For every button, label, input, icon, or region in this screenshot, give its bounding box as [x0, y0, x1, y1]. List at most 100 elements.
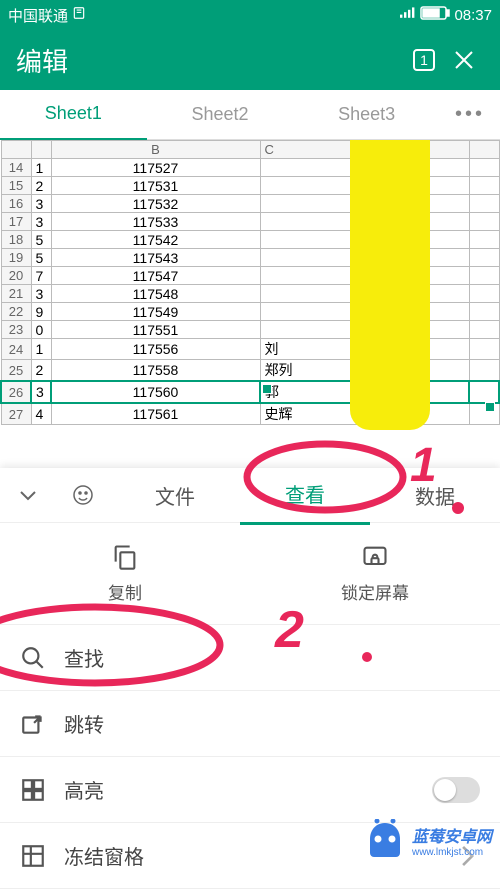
cell[interactable]: 117543	[51, 249, 260, 267]
signal-icon	[400, 6, 416, 24]
cell[interactable]: 117527	[51, 159, 260, 177]
cell[interactable]: 117556	[51, 339, 260, 360]
cell[interactable]	[469, 249, 499, 267]
cell[interactable]	[260, 267, 469, 285]
cell[interactable]: 117560	[51, 381, 260, 403]
spreadsheet-grid[interactable]: B C 14 1 117527 15 2 117531 16 3 117532 …	[0, 140, 500, 425]
row-header[interactable]: 25	[1, 360, 31, 382]
cell[interactable]	[469, 231, 499, 249]
selection-handle-left[interactable]	[262, 384, 272, 394]
selection-handle-right[interactable]	[485, 402, 495, 412]
cell[interactable]	[260, 285, 469, 303]
cell[interactable]: 2	[31, 177, 51, 195]
cell[interactable]: 2	[31, 360, 51, 382]
cell[interactable]	[260, 177, 469, 195]
tab-file[interactable]: 文件	[110, 467, 240, 524]
cell[interactable]	[469, 360, 499, 382]
cell[interactable]	[469, 339, 499, 360]
cell[interactable]: 117561	[51, 403, 260, 425]
cell[interactable]: 117533	[51, 213, 260, 231]
row-header[interactable]: 16	[1, 195, 31, 213]
cell[interactable]	[469, 321, 499, 339]
cell[interactable]	[469, 195, 499, 213]
highlight-label: 高亮	[64, 775, 414, 804]
cell[interactable]: 3	[31, 213, 51, 231]
cell[interactable]	[469, 381, 499, 403]
sheet-more-button[interactable]: •••	[440, 103, 500, 126]
cell[interactable]	[469, 177, 499, 195]
cell[interactable]	[260, 249, 469, 267]
row-header[interactable]: 14	[1, 159, 31, 177]
lock-screen-button[interactable]: 锁定屏幕	[250, 543, 500, 604]
cell[interactable]: 117549	[51, 303, 260, 321]
find-item[interactable]: 查找	[0, 625, 500, 691]
cell[interactable]: 1	[31, 159, 51, 177]
cell[interactable]: 117542	[51, 231, 260, 249]
cell[interactable]: 4	[31, 403, 51, 425]
cell[interactable]	[469, 213, 499, 231]
col-header-b[interactable]: B	[51, 141, 260, 159]
cell[interactable]	[260, 195, 469, 213]
row-header[interactable]: 18	[1, 231, 31, 249]
row-header[interactable]: 24	[1, 339, 31, 360]
cell[interactable]: 史辉	[260, 403, 469, 425]
row-header[interactable]: 17	[1, 213, 31, 231]
row-header[interactable]: 23	[1, 321, 31, 339]
cell[interactable]	[469, 159, 499, 177]
row-header[interactable]: 21	[1, 285, 31, 303]
assistant-icon[interactable]	[55, 483, 110, 507]
cell[interactable]	[469, 267, 499, 285]
cell[interactable]	[260, 159, 469, 177]
row-header[interactable]: 19	[1, 249, 31, 267]
cell[interactable]: 9	[31, 303, 51, 321]
cell[interactable]: 1	[31, 339, 51, 360]
cell[interactable]: 117532	[51, 195, 260, 213]
app-header: 编辑 1	[0, 30, 500, 90]
cell[interactable]: 117551	[51, 321, 260, 339]
col-header-c[interactable]: C	[260, 141, 469, 159]
cell[interactable]: 0	[31, 321, 51, 339]
cell[interactable]: 7	[31, 267, 51, 285]
cell[interactable]: 5	[31, 249, 51, 267]
row-header[interactable]: 15	[1, 177, 31, 195]
lock-label: 锁定屏幕	[341, 579, 409, 604]
copy-button[interactable]: 复制	[0, 543, 250, 604]
collapse-button[interactable]	[0, 485, 55, 505]
col-header-d[interactable]	[469, 141, 499, 159]
cell[interactable]: 郑列	[260, 360, 469, 382]
find-label: 查找	[64, 643, 480, 672]
cell[interactable]: 3	[31, 285, 51, 303]
cell[interactable]: 3	[31, 195, 51, 213]
cell[interactable]: 117531	[51, 177, 260, 195]
cell[interactable]: 刘	[260, 339, 469, 360]
cell[interactable]	[260, 231, 469, 249]
tab-data[interactable]: 数据	[370, 467, 500, 524]
header-title: 编辑	[16, 42, 404, 79]
cell[interactable]: 117547	[51, 267, 260, 285]
highlight-toggle[interactable]	[432, 777, 480, 803]
row-header[interactable]: 26	[1, 381, 31, 403]
cell[interactable]	[469, 303, 499, 321]
col-header-a[interactable]	[31, 141, 51, 159]
highlight-item[interactable]: 高亮	[0, 757, 500, 823]
row-header[interactable]: 22	[1, 303, 31, 321]
row-header[interactable]: 20	[1, 267, 31, 285]
goto-item[interactable]: 跳转	[0, 691, 500, 757]
cell[interactable]: 3	[31, 381, 51, 403]
sheet-tab-1[interactable]: Sheet1	[0, 89, 147, 140]
sheet-tab-2[interactable]: Sheet2	[147, 90, 294, 139]
cell[interactable]: 郭	[260, 381, 469, 403]
sheet-tab-3[interactable]: Sheet3	[293, 90, 440, 139]
watermark-icon	[364, 819, 406, 861]
cell[interactable]: 117548	[51, 285, 260, 303]
cell[interactable]: 5	[31, 231, 51, 249]
cell[interactable]	[260, 303, 469, 321]
tab-view[interactable]: 查看	[240, 465, 370, 525]
cell[interactable]	[469, 285, 499, 303]
tabs-button[interactable]: 1	[404, 47, 444, 73]
row-header[interactable]: 27	[1, 403, 31, 425]
cell[interactable]: 117558	[51, 360, 260, 382]
cell[interactable]	[260, 321, 469, 339]
cell[interactable]	[260, 213, 469, 231]
close-button[interactable]	[444, 48, 484, 72]
